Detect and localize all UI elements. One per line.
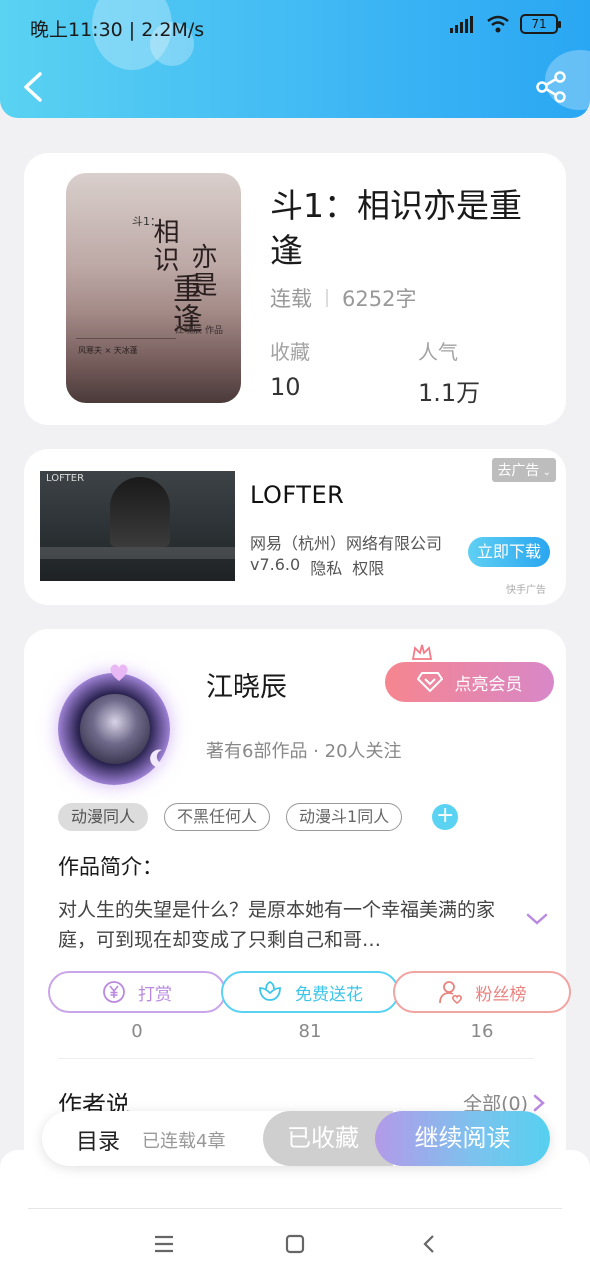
status-bar: 晚上11:30 | 2.2M/s 71 — [0, 0, 590, 52]
ad-version: v7.6.0 — [250, 555, 301, 574]
book-cover[interactable]: 斗1： 相识 亦是 重逢 江晓辰 作品 风寒夫 × 天冰蓬 — [66, 173, 241, 403]
vip-label: 点亮会员 — [454, 674, 523, 695]
ad-card[interactable]: LOFTER LOFTER 网易（杭州）网络有限公司 v7.6.0 隐私 权限 … — [24, 449, 566, 605]
flower-icon — [259, 980, 281, 1001]
collected-button[interactable]: 已收藏 — [263, 1111, 393, 1166]
chevron-right-icon — [533, 1094, 545, 1111]
home-icon[interactable] — [281, 1232, 309, 1256]
ad-source: 快手广告 — [506, 585, 546, 596]
send-flower-button[interactable]: 免费送花 — [221, 971, 399, 1013]
battery-level: 71 — [531, 17, 547, 31]
book-status: 连载 — [270, 287, 312, 311]
download-button[interactable]: 立即下载 — [468, 537, 550, 567]
chevron-down-icon: ⌄ — [539, 467, 551, 478]
menu-icon[interactable] — [150, 1232, 178, 1256]
section-divider — [58, 1058, 534, 1059]
book-info-card: 斗1： 相识 亦是 重逢 江晓辰 作品 风寒夫 × 天冰蓬 斗1：相识亦是重逢 … — [24, 153, 566, 425]
cover-author: 江晓辰 作品 — [175, 326, 223, 336]
ad-title: LOFTER — [250, 481, 345, 509]
author-avatar[interactable] — [48, 649, 188, 789]
tag-item[interactable]: 动漫同人 — [58, 803, 149, 831]
header-bar: 晚上11:30 | 2.2M/s 71 — [0, 0, 590, 118]
signal-icon — [450, 16, 473, 33]
ad-image[interactable]: LOFTER — [40, 471, 235, 581]
tag-item[interactable]: 动漫斗1同人 — [286, 803, 403, 831]
cover-caption: 风寒夫 × 天冰蓬 — [78, 346, 138, 355]
chapter-count: 已连载4章 — [142, 1131, 226, 1152]
ad-image-band — [40, 547, 235, 559]
back-nav-icon[interactable] — [416, 1232, 444, 1256]
flower-count: 81 — [298, 1021, 322, 1042]
crown-icon — [411, 644, 433, 660]
activate-vip-button[interactable]: 点亮会员 — [385, 662, 554, 702]
intro-text: 对人生的失望是什么？是原本她有一个幸福美满的家庭，可到现在却变成了只剩自己和哥… — [58, 899, 496, 951]
remove-ad-button[interactable]: 去广告 ⌄ — [492, 458, 556, 482]
bottom-sheet — [0, 1150, 590, 1280]
yuan-coin-icon — [103, 981, 125, 1003]
reward-button[interactable]: 打赏 — [48, 971, 226, 1013]
chevron-down-icon[interactable] — [524, 909, 550, 929]
wifi-icon — [487, 15, 509, 33]
cover-title-right: 相识 — [146, 218, 183, 274]
avatar-image — [80, 694, 150, 764]
diamond-icon — [416, 672, 443, 693]
cover-title-line1: 相识 — [149, 218, 179, 274]
popularity-label: 人气 — [418, 340, 458, 364]
user-heart-icon — [438, 981, 462, 1005]
meta-divider — [326, 289, 328, 307]
author-tags: 动漫同人 不黑任何人 动漫斗1同人 + — [58, 803, 459, 831]
ad-permissions-link[interactable]: 权限 — [352, 555, 384, 579]
ad-image-logo: LOFTER — [46, 473, 85, 484]
book-title: 斗1：相识亦是重逢 — [270, 186, 522, 270]
favorites-value: 10 — [270, 373, 301, 401]
status-time: 晚上11:30 | 2.2M/s — [30, 19, 205, 41]
popularity-value: 1.1万 — [418, 379, 481, 407]
status-icons: 71 — [450, 14, 561, 34]
remove-ad-label: 去广告 — [497, 463, 540, 479]
bottom-action-bar: 目录 已连载4章 已收藏 继续阅读 — [42, 1111, 550, 1166]
book-meta: 连载 6252字 — [270, 283, 416, 313]
author-name: 江晓辰 — [206, 672, 287, 703]
share-icon[interactable] — [534, 70, 568, 104]
fans-count: 16 — [470, 1021, 494, 1042]
author-stats: 著有6部作品 · 20人关注 — [206, 741, 402, 762]
add-tag-button[interactable]: + — [432, 804, 459, 830]
ad-meta: v7.6.0 隐私 权限 — [250, 555, 384, 579]
send-flower-label: 免费送花 — [295, 984, 363, 1005]
favorites-label: 收藏 — [270, 340, 310, 364]
catalog-button[interactable]: 目录 — [76, 1124, 120, 1156]
nav-divider — [28, 1208, 562, 1209]
ad-privacy-link[interactable]: 隐私 — [310, 555, 342, 579]
tag-item[interactable]: 不黑任何人 — [164, 803, 271, 831]
continue-reading-button[interactable]: 继续阅读 — [375, 1111, 550, 1166]
ad-image-figure — [110, 477, 170, 547]
intro-label: 作品简介： — [58, 855, 163, 879]
reward-label: 打赏 — [138, 984, 172, 1005]
fans-ranking-label: 粉丝榜 — [475, 984, 527, 1005]
cover-divider — [76, 338, 176, 339]
fans-ranking-button[interactable]: 粉丝榜 — [393, 971, 571, 1013]
battery-icon: 71 — [520, 14, 561, 34]
reward-count: 0 — [131, 1021, 143, 1042]
heart-icon — [110, 664, 128, 681]
ad-company: 网易（杭州）网络有限公司 — [250, 534, 443, 553]
moon-icon — [150, 749, 167, 768]
back-button[interactable] — [18, 70, 48, 104]
book-word-count: 6252字 — [342, 287, 417, 311]
